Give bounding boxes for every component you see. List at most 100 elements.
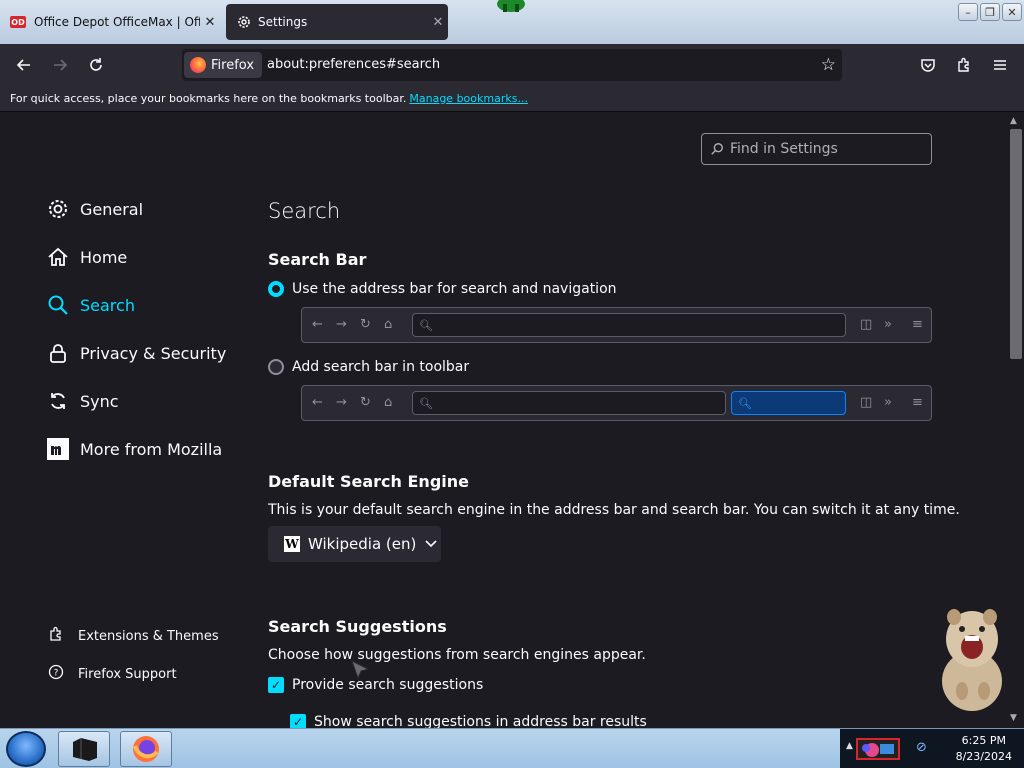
scrollbar-thumb[interactable] [1010, 129, 1022, 359]
sidebar-item-home[interactable]: Home [46, 245, 127, 269]
restore-button[interactable]: ❐ [980, 3, 1000, 21]
url-bar[interactable]: Firefox about:preferences#search ☆ [182, 49, 842, 81]
app-menu-button[interactable] [986, 52, 1014, 78]
close-tab-icon[interactable]: ✕ [428, 15, 448, 30]
option-label: Use the address bar for search and navig… [292, 281, 617, 297]
sidebar-footer-label: Extensions & Themes [78, 628, 219, 644]
minimize-button[interactable]: – [958, 3, 978, 21]
navigation-toolbar: Firefox about:preferences#search ☆ [0, 44, 1024, 86]
checkbox-checked[interactable]: ✓ [268, 677, 284, 693]
tray-expand-icon[interactable]: ▲ [846, 741, 853, 751]
default-engine-heading: Default Search Engine [268, 472, 469, 491]
taskbar: ▲ ⊘ 6:25 PM 8/23/2024 [0, 728, 1024, 768]
sidebar-item-sync[interactable]: Sync [46, 389, 119, 413]
bookmarks-toolbar: For quick access, place your bookmarks h… [0, 86, 1024, 112]
tab-settings[interactable]: Settings ✕ [226, 4, 448, 40]
firefox-logo-icon [190, 57, 206, 73]
find-in-settings-input[interactable]: Find in Settings [701, 133, 932, 165]
scroll-down-icon[interactable]: ▼ [1010, 713, 1017, 723]
extensions-button[interactable] [950, 52, 978, 78]
close-tab-icon[interactable]: ✕ [200, 15, 220, 30]
preview-url-field: 🔍︎ [412, 313, 846, 337]
terminal-icon [73, 738, 97, 761]
hamburger-menu-icon: ≡ [912, 317, 923, 332]
hamburger-menu-icon [994, 60, 1006, 70]
puzzle-icon [958, 57, 969, 72]
clock-time: 6:25 PM [961, 734, 1006, 747]
pocket-button[interactable] [914, 52, 942, 78]
mouse-cursor-icon [351, 659, 370, 680]
back-arrow-icon: ← [312, 395, 323, 410]
back-button[interactable] [10, 52, 38, 78]
start-button[interactable] [6, 731, 46, 767]
window-controls: – ❐ ✕ [958, 3, 1022, 21]
forward-arrow-icon: → [336, 395, 347, 410]
add-search-bar-option[interactable]: Add search bar in toolbar [268, 359, 469, 375]
gear-icon [46, 197, 70, 221]
provide-suggestions-checkbox[interactable]: ✓ Provide search suggestions [268, 677, 483, 693]
radio-unselected[interactable] [268, 359, 284, 375]
screen: OD Office Depot OfficeMax | Official ✕ S… [0, 0, 1024, 768]
sync-icon [46, 389, 70, 413]
scroll-up-icon[interactable]: ▲ [1010, 116, 1017, 126]
manage-bookmarks-link[interactable]: Manage bookmarks... [409, 92, 528, 105]
overflow-chevron-icon: » [884, 395, 892, 410]
search-bar-heading: Search Bar [268, 250, 367, 269]
sidebar-item-privacy[interactable]: Privacy & Security [46, 341, 226, 365]
wikipedia-icon: W [284, 536, 300, 552]
sidebar-item-search[interactable]: Search [46, 293, 135, 317]
sidebar-item-label: Sync [80, 391, 119, 411]
reload-icon: ↻ [360, 317, 371, 332]
bookmark-star-icon[interactable]: ☆ [821, 55, 836, 75]
search-icon [711, 143, 723, 155]
reload-icon [90, 58, 102, 71]
sidebar-item-label: General [80, 199, 144, 219]
page-title: Search [268, 199, 341, 223]
sidebar-item-label: Privacy & Security [80, 343, 227, 363]
search-suggestions-heading: Search Suggestions [268, 617, 447, 636]
identity-box[interactable]: Firefox [184, 52, 263, 78]
home-icon: ⌂ [384, 395, 393, 410]
reload-button[interactable] [82, 52, 110, 78]
close-window-button[interactable]: ✕ [1002, 3, 1022, 21]
network-icon[interactable]: ⊘ [916, 740, 927, 755]
tab-title: Settings [258, 15, 308, 29]
sidebar-item-more-from-mozilla[interactable]: More from Mozilla [46, 437, 222, 461]
system-clock[interactable]: 6:25 PM 8/23/2024 [956, 733, 1012, 765]
forward-button[interactable] [46, 52, 74, 78]
tab-office-depot[interactable]: OD Office Depot OfficeMax | Official ✕ [4, 4, 220, 40]
sidebar-item-general[interactable]: General [46, 197, 143, 221]
search-suggestions-description: Choose how suggestions from search engin… [268, 647, 646, 663]
sidebar-firefox-support[interactable]: ? Firefox Support [48, 664, 177, 684]
overflow-chevron-icon: » [884, 317, 892, 332]
svg-text:?: ? [54, 669, 59, 679]
forward-arrow-icon [54, 59, 68, 71]
reload-icon: ↻ [360, 395, 371, 410]
system-tray: ▲ ⊘ 6:25 PM 8/23/2024 [840, 729, 1024, 768]
address-bar-suggestions-checkbox[interactable]: ✓ Show search suggestions in address bar… [290, 714, 647, 728]
tray-app-icon[interactable] [856, 738, 900, 760]
sidebar-extensions-themes[interactable]: Extensions & Themes [48, 626, 219, 646]
address-bar-preview: ← → ↻ ⌂ 🔍︎ ◫ » ≡ [301, 307, 932, 343]
hamburger-menu-icon: ≡ [912, 395, 923, 410]
chevron-down-icon [425, 540, 437, 548]
preview-url-field: 🔍︎ [412, 391, 726, 415]
default-engine-dropdown[interactable]: W Wikipedia (en) [268, 526, 441, 562]
sidebar-item-label: Home [80, 247, 128, 267]
use-address-bar-option[interactable]: Use the address bar for search and navig… [268, 281, 617, 297]
url-text[interactable]: about:preferences#search [267, 57, 440, 72]
sidebar-icon: ◫ [860, 395, 873, 410]
mozilla-icon [46, 437, 70, 461]
sidebar-item-label: More from Mozilla [80, 439, 223, 459]
taskbar-app-terminal[interactable] [58, 731, 110, 767]
preview-search-field: 🔍︎ [731, 391, 846, 415]
identity-label: Firefox [211, 57, 255, 73]
gear-icon [238, 16, 250, 28]
radio-selected[interactable] [268, 281, 284, 297]
checkbox-checked[interactable]: ✓ [290, 714, 306, 728]
home-icon [46, 245, 70, 269]
taskbar-app-firefox[interactable] [120, 731, 172, 767]
default-engine-description: This is your default search engine in th… [268, 502, 960, 518]
sidebar-icon: ◫ [860, 317, 873, 332]
engine-selected: Wikipedia (en) [308, 535, 417, 553]
